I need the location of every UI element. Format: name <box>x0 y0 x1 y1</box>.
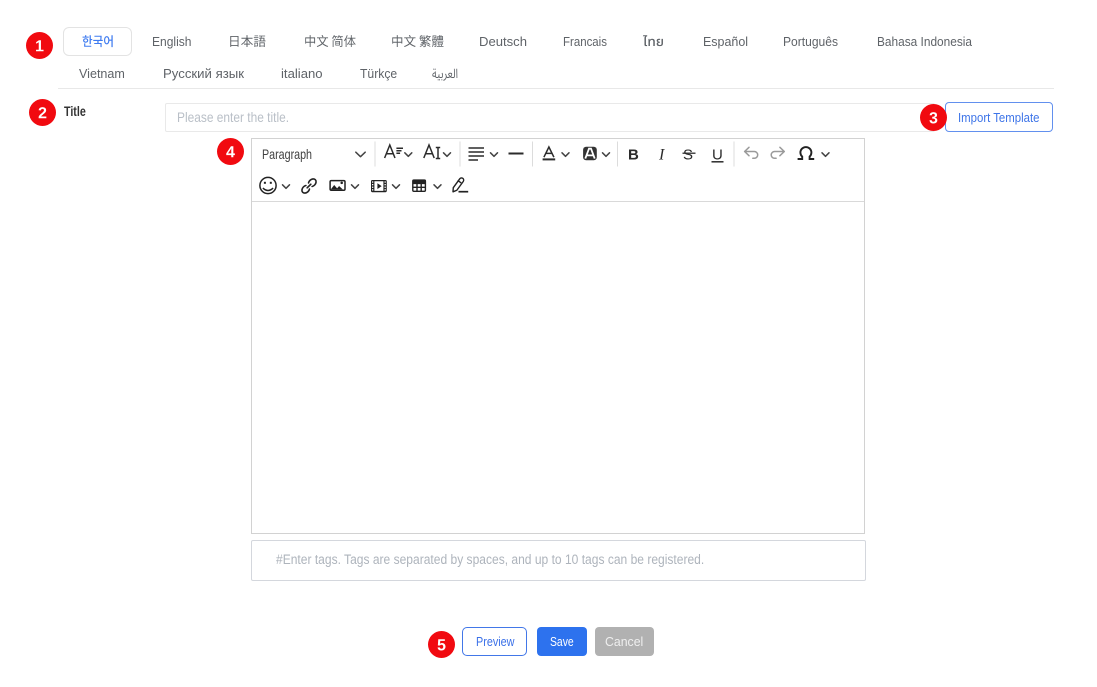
svg-text:S: S <box>683 147 693 164</box>
svg-text:B: B <box>628 147 639 164</box>
svg-text:U: U <box>712 147 723 164</box>
svg-text:I: I <box>658 147 665 164</box>
